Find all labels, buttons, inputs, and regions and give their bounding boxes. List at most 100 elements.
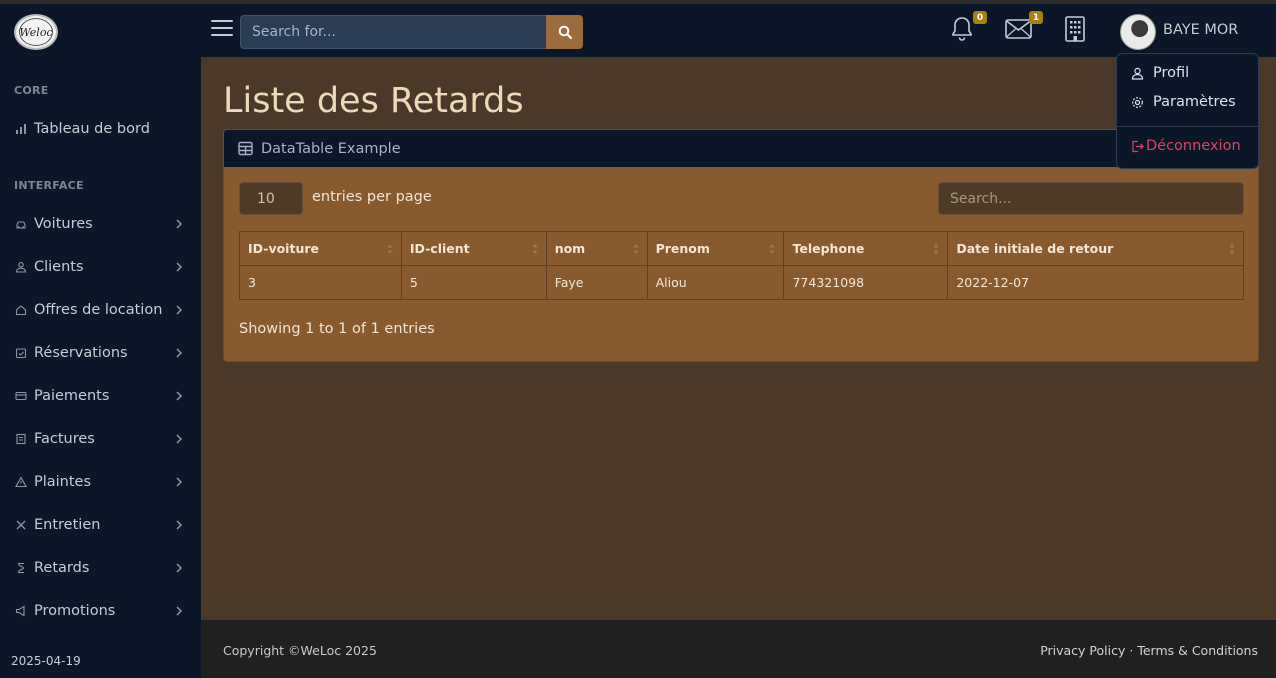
card-title: DataTable Example — [261, 140, 401, 157]
chevron-right-icon — [176, 520, 183, 530]
sidebar-item-voitures[interactable]: Voitures — [0, 209, 201, 239]
menu-divider — [1117, 126, 1258, 127]
sidebar-item-label: Factures — [34, 431, 95, 447]
table-cell: 774321098 — [783, 265, 949, 300]
messages-button[interactable]: 1 — [1003, 11, 1043, 44]
sidebar-item-clients[interactable]: Clients — [0, 252, 201, 282]
warning-icon — [14, 475, 28, 489]
sort-icon — [532, 244, 538, 254]
sidebar-item-dashboard[interactable]: Tableau de bord — [0, 114, 201, 144]
chevron-right-icon — [176, 219, 183, 229]
sidebar-item-offres-de-location[interactable]: Offres de location — [0, 295, 201, 325]
footer: Copyright ©WeLoc 2025 Privacy Policy · T… — [201, 620, 1276, 678]
sort-icon — [633, 244, 639, 254]
chevron-right-icon — [176, 434, 183, 444]
megaphone-icon — [14, 604, 28, 618]
bell-icon — [952, 17, 972, 41]
brand-logo[interactable]: Weloc — [14, 14, 58, 50]
page-title: Liste des Retards — [223, 81, 524, 121]
sidebar-item-plaintes[interactable]: Plaintes — [0, 467, 201, 497]
entries-per-page-label: entries per page — [312, 189, 432, 205]
column-header-label: nom — [554, 241, 586, 256]
sidebar-item-label: Retards — [34, 560, 90, 576]
sidebar-item-retards[interactable]: Retards — [0, 553, 201, 583]
column-header[interactable]: Date initiale de retour — [947, 231, 1244, 266]
sidebar-item-paiements[interactable]: Paiements — [0, 381, 201, 411]
table-info: Showing 1 to 1 of 1 entries — [239, 321, 435, 337]
chevron-right-icon — [176, 606, 183, 616]
avatar[interactable] — [1120, 14, 1156, 50]
privacy-policy-link[interactable]: Privacy Policy — [1040, 643, 1125, 658]
data-table: ID-voiture ID-client nom Prenom Telephone Dat… — [239, 231, 1244, 300]
sidebar-item-label: Réservations — [34, 345, 128, 361]
brand-logo-text: Weloc — [19, 18, 53, 46]
user-dropdown-menu: Profil Paramètres Déconnexion — [1116, 53, 1259, 169]
table-body: 3 5 Faye Aliou 774321098 2022-12-07 — [239, 265, 1244, 300]
column-header-label: Prenom — [655, 241, 710, 256]
sidebar-item-promotions[interactable]: Promotions — [0, 596, 201, 626]
sidebar-item-entretien[interactable]: Entretien — [0, 510, 201, 540]
column-header[interactable]: Telephone — [783, 231, 949, 266]
sidebar-item-factures[interactable]: Factures — [0, 424, 201, 454]
table-cell: Faye — [545, 265, 648, 300]
menu-item-label: Profil — [1153, 65, 1190, 81]
table-cell: 2022-12-07 — [947, 265, 1244, 300]
building-icon — [1065, 16, 1085, 42]
menu-item-logout[interactable]: Déconnexion — [1131, 138, 1241, 154]
gear-icon — [1132, 96, 1143, 108]
tools-icon — [14, 518, 28, 532]
menu-item-label: Paramètres — [1153, 94, 1236, 110]
search-button[interactable] — [546, 15, 583, 49]
sidebar-item-label: Paiements — [34, 388, 110, 404]
column-header-label: Date initiale de retour — [956, 241, 1114, 256]
entries-per-page-select[interactable]: 10 — [239, 182, 303, 215]
chevron-right-icon — [176, 262, 183, 272]
credit-card-icon — [14, 389, 28, 403]
sidebar-heading-interface: INTERFACE — [14, 179, 84, 192]
sort-icon — [769, 244, 775, 254]
footer-separator: · — [1129, 643, 1134, 658]
notifications-button[interactable]: 0 — [947, 11, 987, 44]
footer-links: Privacy Policy · Terms & Conditions — [1040, 643, 1258, 658]
top-search — [240, 15, 583, 49]
table-cell: Aliou — [646, 265, 785, 300]
menu-item-settings[interactable]: Paramètres — [1131, 94, 1236, 110]
menu-item-profile[interactable]: Profil — [1131, 65, 1189, 81]
envelope-icon — [1004, 19, 1032, 39]
company-button[interactable] — [1060, 14, 1090, 44]
sort-icon — [387, 244, 393, 254]
user-name[interactable]: BAYE MOR — [1163, 22, 1238, 38]
column-header-label: Telephone — [792, 241, 865, 256]
terms-link[interactable]: Terms & Conditions — [1137, 643, 1258, 658]
table-row[interactable]: 3 5 Faye Aliou 774321098 2022-12-07 — [239, 265, 1244, 300]
menu-toggle-icon[interactable] — [211, 20, 233, 38]
menu-item-label: Déconnexion — [1146, 138, 1241, 154]
receipt-icon — [14, 432, 28, 446]
copyright-text: Copyright ©WeLoc 2025 — [223, 643, 377, 658]
table-header-row: ID-voiture ID-client nom Prenom Telephone Dat… — [239, 231, 1244, 266]
sort-icon — [1229, 244, 1235, 254]
column-header[interactable]: nom — [545, 231, 648, 266]
sidebar-item-label: Plaintes — [34, 474, 92, 490]
column-header[interactable]: ID-voiture — [239, 231, 402, 266]
table-cell: 5 — [400, 265, 547, 300]
column-header-label: ID-voiture — [248, 241, 319, 256]
sort-icon — [933, 244, 939, 254]
card-header: DataTable Example — [224, 130, 1258, 167]
search-input[interactable] — [240, 15, 546, 49]
logout-icon — [1132, 140, 1144, 152]
chevron-right-icon — [176, 305, 183, 315]
table-search-input[interactable] — [938, 182, 1244, 215]
chevron-right-icon — [176, 391, 183, 401]
sidebar-item-r-servations[interactable]: Réservations — [0, 338, 201, 368]
chevron-right-icon — [176, 477, 183, 487]
column-header[interactable]: Prenom — [646, 231, 785, 266]
sidebar-item-label: Entretien — [34, 517, 101, 533]
notifications-badge: 0 — [973, 11, 987, 24]
column-header[interactable]: ID-client — [400, 231, 547, 266]
topbar: 0 1 BAYE MOR — [201, 4, 1276, 57]
sidebar-heading-core: CORE — [14, 84, 49, 97]
user-icon — [1131, 67, 1144, 80]
car-icon — [14, 217, 28, 231]
sidebar-footer-date: 2025-04-19 — [11, 654, 81, 668]
